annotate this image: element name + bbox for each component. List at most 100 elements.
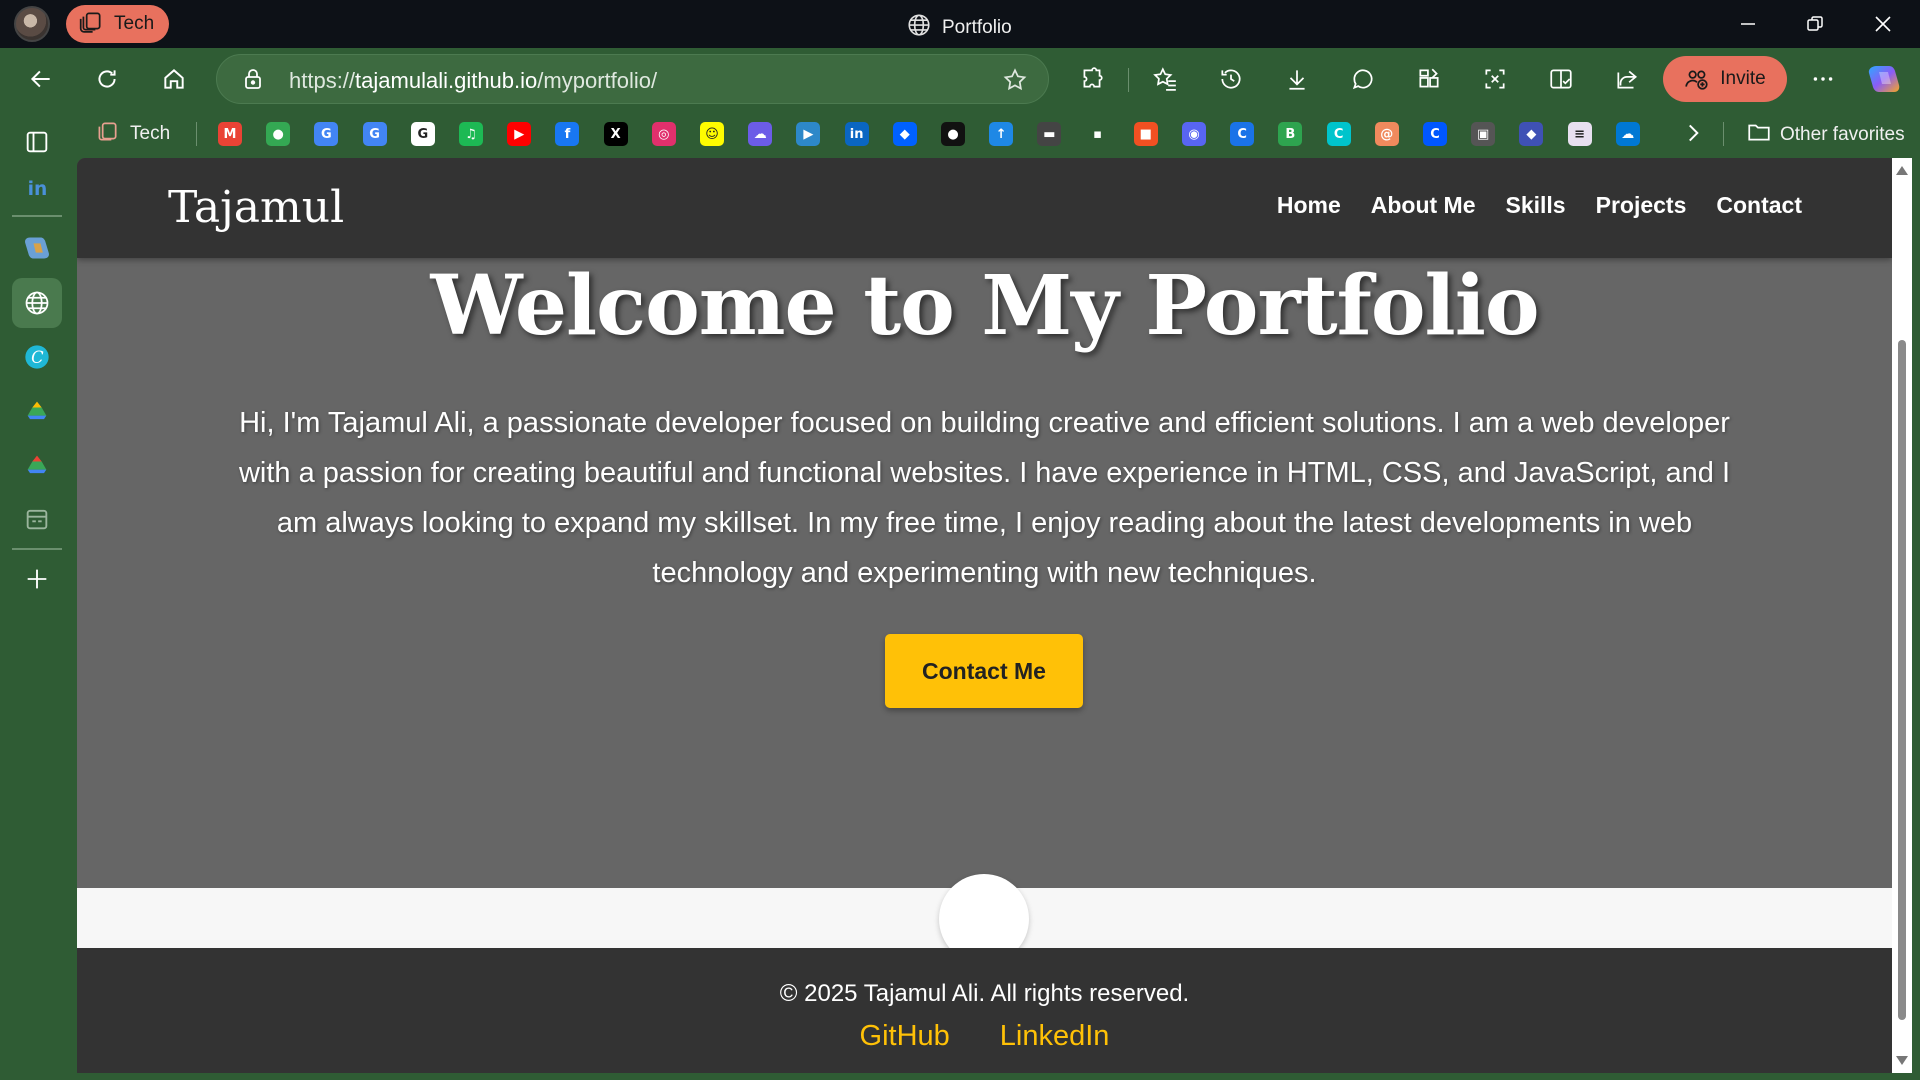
footer-links: GitHub LinkedIn (77, 1020, 1892, 1053)
history-icon (1221, 69, 1241, 89)
refresh-button[interactable] (90, 62, 124, 96)
contact-me-button[interactable]: Contact Me (885, 634, 1083, 708)
scroll-thumb[interactable] (1898, 340, 1906, 1020)
favorite-star-icon[interactable] (1002, 67, 1028, 93)
favorites-divider-2 (1723, 122, 1724, 146)
sidebar-item-canva[interactable]: C (12, 332, 62, 382)
restore-button[interactable] (1782, 0, 1848, 48)
nav-link-about[interactable]: About Me (1371, 192, 1476, 219)
calendar-icon[interactable]: G (314, 122, 339, 146)
game-icon[interactable]: ▣ (1471, 122, 1496, 146)
invite-button[interactable]: Invite (1663, 56, 1787, 102)
window-title-text: Portfolio (942, 17, 1012, 38)
linkedin-icon: in (28, 179, 48, 200)
linkedin-icon[interactable]: in (844, 122, 869, 146)
cloud-app-icon[interactable]: ☁ (748, 122, 773, 146)
gem-icon[interactable]: ◆ (1519, 122, 1544, 146)
history-button[interactable] (1214, 62, 1248, 96)
discord-icon[interactable]: ◉ (1182, 122, 1206, 146)
sidebar-item-copilot[interactable] (12, 223, 62, 273)
puzzle-icon (1083, 67, 1103, 88)
workspace-button[interactable]: Tech (66, 5, 169, 43)
footer-link-linkedin[interactable]: LinkedIn (1000, 1020, 1110, 1053)
youtube-icon[interactable]: ▶ (507, 122, 532, 146)
workspace-folder-icon (94, 118, 120, 150)
swirl-icon[interactable]: @ (1374, 122, 1399, 146)
copyright-text: © 2025 Tajamul Ali. All rights reserved. (779, 980, 1190, 1007)
share-button[interactable] (1610, 62, 1644, 96)
copilot-icon[interactable] (1868, 64, 1900, 94)
b-app-icon[interactable]: B (1278, 122, 1303, 146)
scroll-up-arrow-icon[interactable] (1896, 166, 1908, 175)
sidebar-item-linkedin[interactable]: in (12, 162, 62, 212)
sidebar-divider-2 (12, 548, 62, 550)
home-icon (164, 69, 184, 89)
sidebar-item-drive[interactable] (12, 386, 62, 436)
scroll-down-arrow-icon[interactable] (1896, 1056, 1908, 1065)
globe-icon (25, 291, 49, 315)
dropbox-icon[interactable]: ◆ (892, 122, 917, 146)
doc-app-icon[interactable]: ≡ (1567, 122, 1592, 146)
more-menu-button[interactable] (1806, 62, 1840, 96)
terminal-icon[interactable]: ▬ (1037, 122, 1062, 146)
x-icon[interactable]: X (603, 122, 628, 146)
spotify-icon[interactable]: ♫ (459, 122, 483, 146)
nav-link-home[interactable]: Home (1277, 192, 1341, 219)
close-button[interactable] (1850, 0, 1916, 48)
figure-icon[interactable]: ▪ (1085, 122, 1110, 146)
site-logo[interactable]: Tajamul (168, 182, 344, 233)
apps-icon (1419, 68, 1439, 88)
back-button[interactable] (24, 62, 58, 96)
other-favorites[interactable]: Other favorites (1746, 119, 1905, 151)
sidebar-item-drive-2[interactable] (12, 440, 62, 490)
copilot-sidebar-icon (25, 237, 49, 259)
hero-title: Welcome to My Portfolio (430, 258, 1539, 354)
browser-toolbar: https://tajamulali.github.io/myportfolio… (0, 48, 1920, 110)
facebook-icon[interactable]: f (555, 122, 580, 146)
page-scrollbar[interactable] (1892, 158, 1912, 1073)
close-icon (1875, 16, 1891, 32)
collections-button[interactable] (1412, 62, 1446, 96)
url-text[interactable]: https://tajamulali.github.io/myportfolio… (289, 68, 657, 94)
upload-icon[interactable]: ↑ (989, 122, 1014, 146)
favorites-button[interactable] (1148, 62, 1182, 96)
extensions-button[interactable] (1075, 62, 1109, 96)
site-footer: © 2025 Tajamul Ali. All rights reserved.… (77, 948, 1892, 1073)
profile-avatar[interactable] (14, 6, 50, 42)
reading-icon (1550, 69, 1572, 89)
chevron-right-icon[interactable] (1680, 120, 1706, 146)
nav-link-skills[interactable]: Skills (1506, 192, 1566, 219)
instagram-icon[interactable]: ◎ (651, 122, 676, 146)
nav-link-contact[interactable]: Contact (1716, 192, 1802, 219)
chat-button[interactable] (1346, 62, 1380, 96)
invite-label: Invite (1720, 68, 1766, 89)
github-icon[interactable]: ● (941, 122, 965, 146)
ellipsis-icon (1813, 77, 1833, 81)
canva-icon[interactable]: C (1326, 122, 1351, 146)
sidebar-tab-actions[interactable] (12, 117, 62, 167)
translate-icon[interactable]: G (362, 122, 387, 146)
nav-link-projects[interactable]: Projects (1596, 192, 1687, 219)
chrome-app-icon[interactable]: C (1230, 122, 1255, 146)
footer-link-github[interactable]: GitHub (860, 1020, 950, 1053)
gmail-icon[interactable]: M (218, 122, 242, 146)
home-button[interactable] (157, 62, 191, 96)
video-icon[interactable]: ▶ (796, 122, 821, 146)
screenshot-button[interactable] (1478, 62, 1512, 96)
onedrive-icon[interactable]: ☁ (1615, 122, 1640, 146)
maps-icon[interactable]: ● (266, 122, 291, 146)
downloads-button[interactable] (1280, 62, 1314, 96)
c-app-icon[interactable]: C (1423, 122, 1447, 146)
google-icon[interactable]: G (410, 122, 435, 146)
snapchat-icon[interactable]: ☺ (700, 122, 724, 146)
favorites-folder-tech[interactable]: Tech (94, 118, 170, 150)
reading-view-button[interactable] (1544, 62, 1578, 96)
address-bar[interactable]: https://tajamulali.github.io/myportfolio… (216, 54, 1049, 104)
minimize-button[interactable] (1715, 0, 1781, 48)
microsoft-icon[interactable]: ■ (1133, 122, 1158, 146)
share-icon (1617, 70, 1638, 89)
lock-icon[interactable] (241, 67, 265, 91)
sidebar-add-button[interactable] (12, 554, 62, 604)
sidebar-item-calendar[interactable] (12, 494, 62, 544)
sidebar-item-web[interactable] (12, 278, 62, 328)
